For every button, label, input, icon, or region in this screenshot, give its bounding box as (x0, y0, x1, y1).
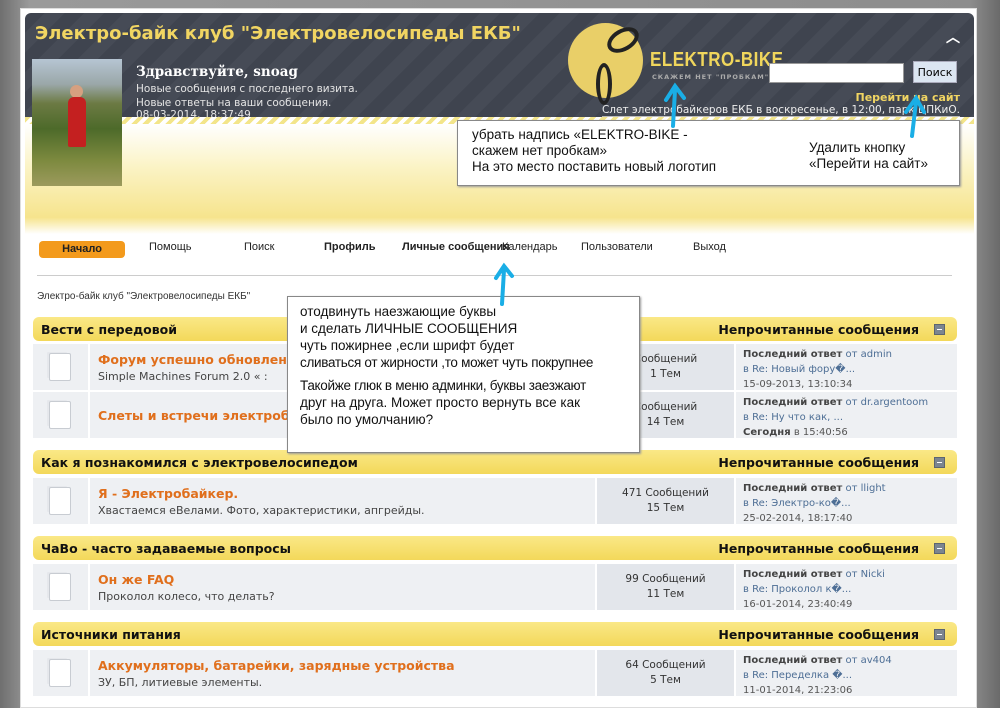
board-row: Он же FAQ Проколол колесо, что делать? 99… (33, 564, 957, 610)
menu-search[interactable]: Поиск (244, 241, 274, 253)
last-post-time: 25-02-2014, 18:17:40 (743, 513, 853, 524)
search-button[interactable]: Поиск (913, 61, 957, 83)
note-line: и сделать ЛИЧНЫЕ СООБЩЕНИЯ (300, 321, 518, 336)
breadcrumb[interactable]: Электро-байк клуб "Электровелосипеды ЕКБ… (37, 291, 250, 302)
last-post-time: 15-09-2013, 13:10:34 (743, 379, 853, 390)
menu-help[interactable]: Помощь (149, 241, 192, 253)
last-post-author[interactable]: от Nicki (846, 569, 885, 580)
menu-profile[interactable]: Профиль (324, 241, 375, 253)
board-icon (33, 478, 88, 524)
board-description: ЗУ, БП, литиевые элементы. (98, 676, 263, 689)
topic-count: 5 Тем (650, 674, 681, 686)
collapse-icon[interactable] (934, 543, 945, 554)
logo-title: ELEKTRO-BIKE (650, 48, 784, 71)
last-post-time: 11-01-2014, 21:23:06 (743, 685, 853, 696)
button-annotation: Удалить кнопку «Перейти на сайт» (809, 140, 928, 172)
menu-pm[interactable]: Личные сообщения (402, 241, 510, 253)
board-name[interactable]: Он же FAQ (98, 572, 174, 587)
last-post-author[interactable]: от dr.argentoom (846, 397, 929, 408)
board-icon (33, 564, 88, 610)
last-post-topic[interactable]: в Re: Электро-ко�... (743, 496, 957, 511)
board-icon (33, 344, 88, 390)
menu-annotation: отодвинуть наезжающие буквы и сделать ЛИ… (287, 296, 640, 453)
last-post-author[interactable]: от llight (846, 483, 886, 494)
last-post-author[interactable]: от admin (846, 349, 892, 360)
post-count: 99 Сообщений (625, 573, 706, 585)
category-name[interactable]: Как я познакомился с электровелосипедом (41, 455, 358, 470)
last-post-topic[interactable]: в Re: Новый фору�... (743, 362, 957, 377)
board-description: Проколол колесо, что делать? (98, 590, 275, 603)
menu-logout[interactable]: Выход (693, 241, 726, 253)
note-line: Такойже глюк в меню админки, буквы заезж… (300, 378, 586, 393)
board-description: Хвастаемся еВелами. Фото, характеристики… (98, 504, 425, 517)
topic-count: 11 Тем (646, 588, 685, 600)
collapse-header-icon[interactable]: ︿ (946, 27, 960, 47)
logo-bike-icon (568, 21, 644, 105)
board-name[interactable]: Аккумуляторы, батарейки, зарядные устрой… (98, 658, 455, 673)
note-line: сливаться от жирности ,то может чуть пок… (300, 355, 594, 370)
note-line: Удалить кнопку (809, 140, 906, 155)
board-icon (33, 650, 88, 696)
note-line: друг на друга. Может просто вернуть все … (300, 395, 580, 410)
last-post-author[interactable]: от av404 (846, 655, 892, 666)
post-count: 64 Сообщений (625, 659, 706, 671)
unread-link[interactable]: Непрочитанные сообщения (718, 322, 919, 337)
avatar[interactable] (32, 59, 122, 186)
board-name[interactable]: Я - Электробайкер. (98, 486, 238, 501)
last-post-label: Последний ответ (743, 349, 843, 360)
last-post-topic[interactable]: в Re: Переделка �... (743, 668, 957, 683)
last-post-time: 16-01-2014, 23:40:49 (743, 599, 853, 610)
forum-title[interactable]: Электро-байк клуб "Электровелосипеды ЕКБ… (35, 23, 521, 44)
greeting: Здравствуйте, snoag (136, 64, 298, 80)
new-posts-link[interactable]: Новые сообщения с последнего визита. (136, 83, 358, 95)
category-header[interactable]: ЧаВо - часто задаваемые вопросы Непрочита… (33, 536, 957, 560)
post-count: 471 Сообщений (622, 487, 709, 499)
last-post-label: Последний ответ (743, 397, 843, 408)
category-name[interactable]: Вести с передовой (41, 322, 177, 337)
note-line: отодвинуть наезжающие буквы (300, 304, 497, 319)
board-icon (33, 392, 88, 438)
menu-calendar[interactable]: Календарь (502, 241, 558, 253)
collapse-icon[interactable] (934, 629, 945, 640)
unread-link[interactable]: Непрочитанные сообщения (718, 627, 919, 642)
board-name[interactable]: Форум успешно обновлен (98, 352, 287, 367)
category-name[interactable]: Источники питания (41, 627, 181, 642)
board-row: Я - Электробайкер. Хвастаемся еВелами. Фо… (33, 478, 957, 524)
collapse-icon[interactable] (934, 457, 945, 468)
last-post-topic[interactable]: в Re: Проколол к�... (743, 582, 957, 597)
last-post-label: Последний ответ (743, 569, 843, 580)
new-replies-link[interactable]: Новые ответы на ваши сообщения. (136, 97, 331, 109)
unread-link[interactable]: Непрочитанные сообщения (718, 455, 919, 470)
note-line: было по умолчанию? (300, 412, 434, 427)
header: Электро-байк клуб "Электровелосипеды ЕКБ… (25, 13, 974, 121)
category-name[interactable]: ЧаВо - часто задаваемые вопросы (41, 541, 291, 556)
search-input[interactable] (769, 63, 904, 83)
last-post-topic[interactable]: в Re: Ну что как, ... (743, 410, 957, 425)
last-post-time: в 15:40:56 (793, 427, 848, 438)
arrow-up-icon (494, 262, 514, 306)
last-post-today: Сегодня (743, 427, 791, 438)
arrow-up-icon (904, 94, 926, 138)
category-header[interactable]: Как я познакомился с электровелосипедом Н… (33, 450, 957, 474)
note-line: «Перейти на сайт» (809, 156, 928, 171)
menu-members[interactable]: Пользователи (581, 241, 653, 253)
collapse-icon[interactable] (934, 324, 945, 335)
logo-annotation: убрать надпись «ELEKTRO-BIKE - скажем не… (457, 120, 960, 186)
last-post-label: Последний ответ (743, 655, 843, 666)
board-row: Аккумуляторы, батарейки, зарядные устрой… (33, 650, 957, 696)
note-line: чуть пожирнее ,если шрифт будет (300, 338, 515, 353)
menu-home[interactable]: Начало (39, 241, 125, 258)
topic-count: 15 Тем (646, 502, 685, 514)
last-post-label: Последний ответ (743, 483, 843, 494)
unread-link[interactable]: Непрочитанные сообщения (718, 541, 919, 556)
category-header[interactable]: Источники питания Непрочитанные сообщения (33, 622, 957, 646)
board-description: Simple Machines Forum 2.0 « : (98, 370, 268, 383)
arrow-up-icon (664, 82, 686, 128)
